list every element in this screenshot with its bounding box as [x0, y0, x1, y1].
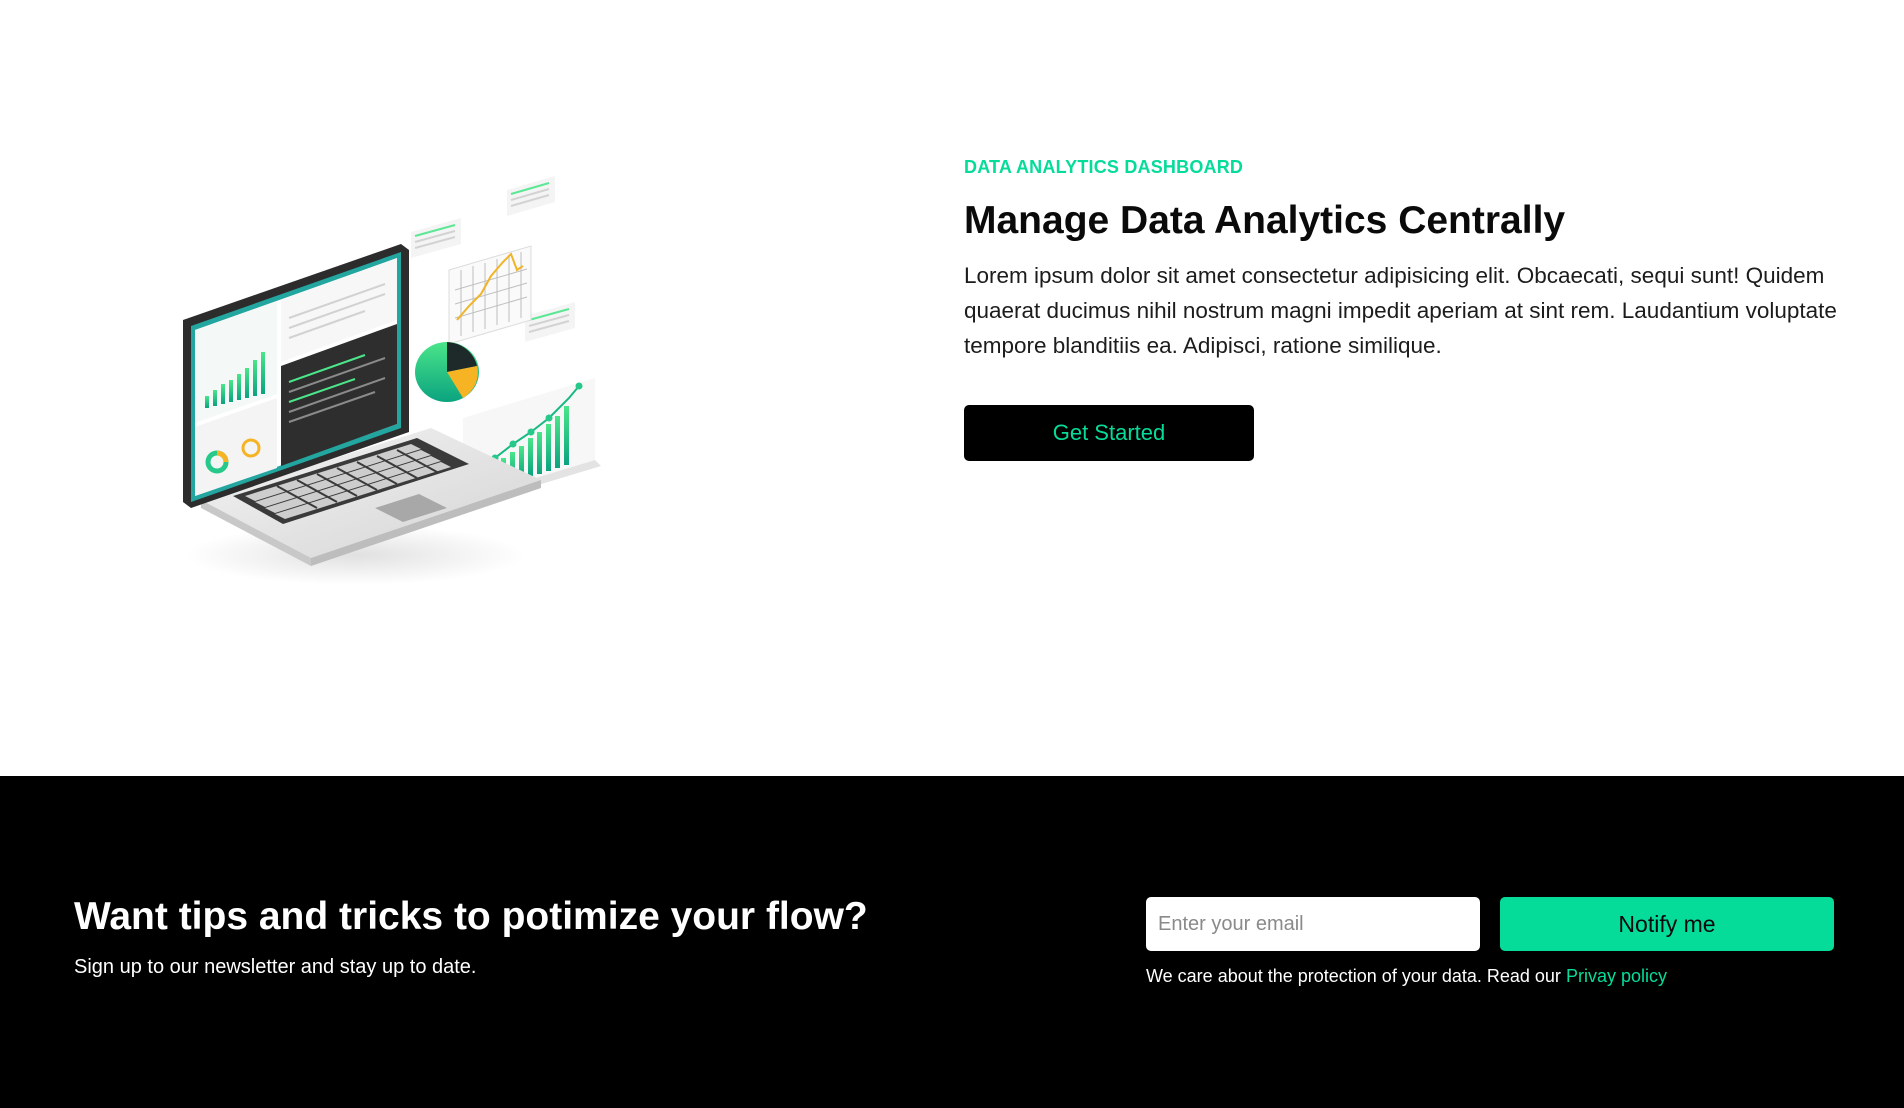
analytics-laptop-illustration — [165, 170, 635, 590]
hero-title: Manage Data Analytics Centrally — [964, 199, 1566, 242]
hero-content: DATA ANALYTICS DASHBOARD Manage Data Ana… — [964, 156, 1844, 461]
privacy-notice: We care about the protection of your dat… — [1146, 964, 1667, 988]
newsletter-subtitle: Sign up to our newsletter and stay up to… — [74, 956, 477, 978]
newsletter-title: Want tips and tricks to potimize your fl… — [74, 895, 868, 938]
privacy-policy-link[interactable]: Privay policy — [1566, 966, 1667, 986]
page: DATA ANALYTICS DASHBOARD Manage Data Ana… — [0, 0, 1904, 1108]
hero-section: DATA ANALYTICS DASHBOARD Manage Data Ana… — [0, 0, 1904, 776]
hero-description: Lorem ipsum dolor sit amet consectetur a… — [964, 263, 1837, 358]
notify-me-button[interactable]: Notify me — [1500, 897, 1834, 951]
email-input[interactable] — [1146, 897, 1480, 951]
privacy-text: We care about the protection of your dat… — [1146, 966, 1561, 986]
get-started-button[interactable]: Get Started — [964, 405, 1254, 461]
hero-eyebrow: DATA ANALYTICS DASHBOARD — [964, 157, 1244, 177]
newsletter-section: Want tips and tricks to potimize your fl… — [0, 776, 1904, 1108]
